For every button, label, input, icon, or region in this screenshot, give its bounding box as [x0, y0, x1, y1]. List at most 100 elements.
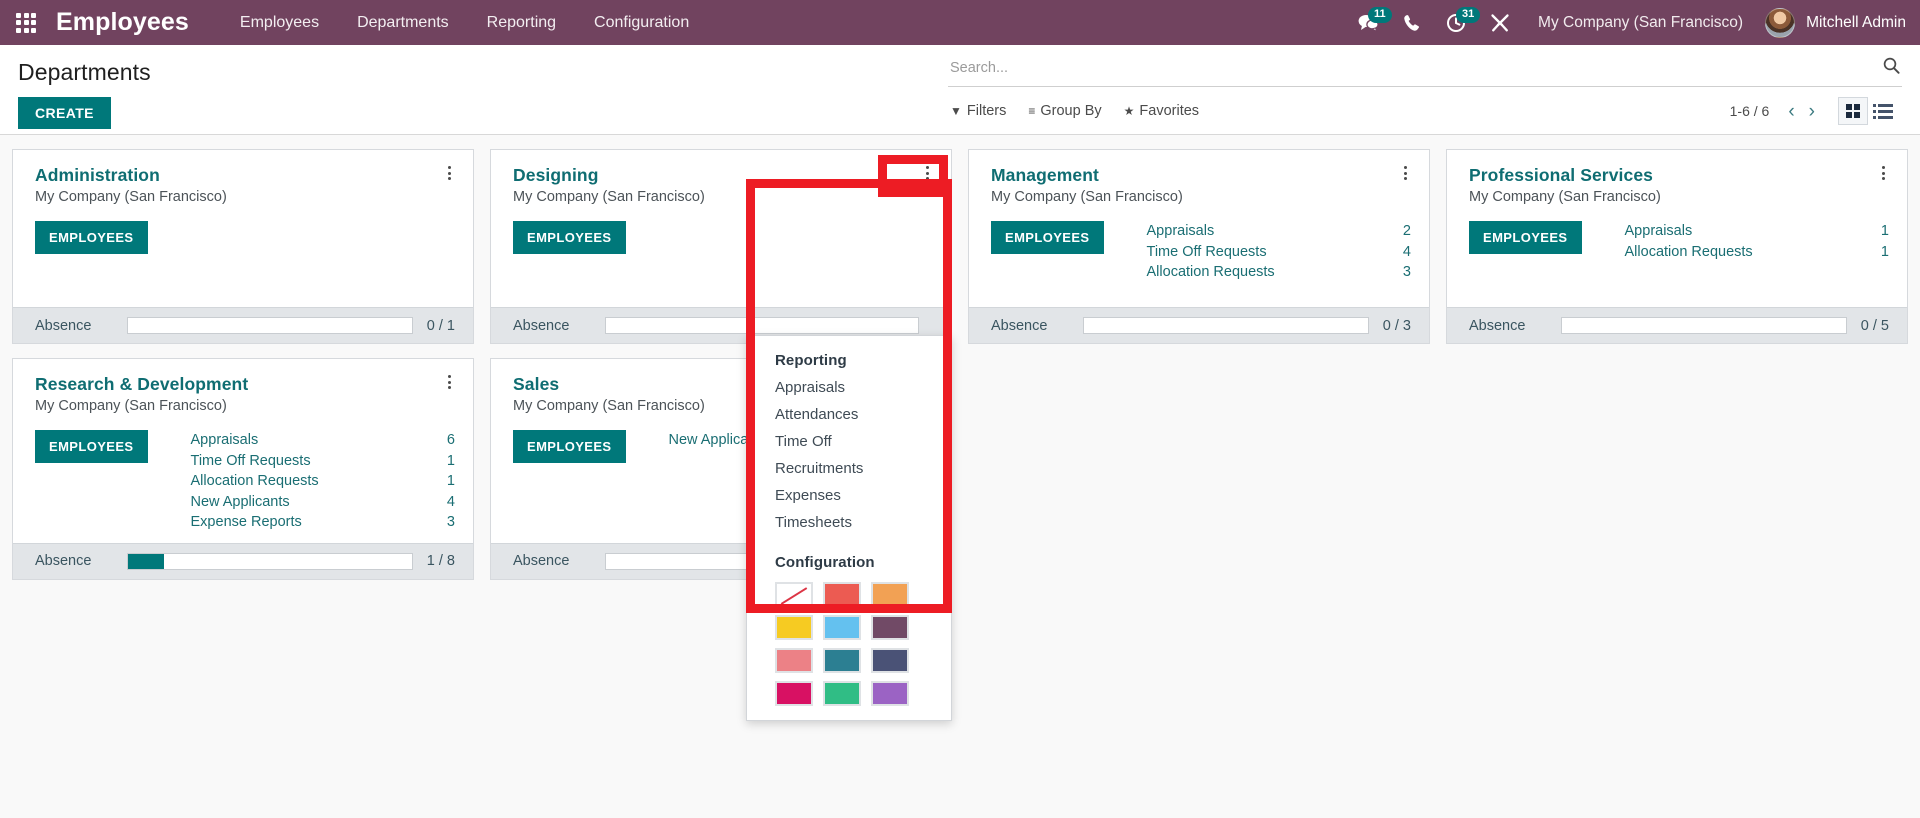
kanban-view-button[interactable] — [1838, 97, 1868, 125]
card-body: Professional Services My Company (San Fra… — [1447, 150, 1907, 307]
filters-button[interactable]: ▼ Filters — [950, 103, 1006, 119]
card-employees-button[interactable]: EMPLOYEES — [513, 430, 626, 463]
card-title[interactable]: Research & Development — [35, 373, 455, 395]
card-employees-button[interactable]: EMPLOYEES — [35, 221, 148, 254]
card-title[interactable]: Administration — [35, 164, 455, 186]
card-kebab-menu-button[interactable] — [916, 162, 938, 184]
breadcrumb[interactable]: Departments — [18, 57, 948, 87]
kanban-card[interactable]: Administration My Company (San Francisco)… — [12, 149, 474, 344]
avatar — [1765, 7, 1796, 38]
color-swatch-no-color[interactable] — [775, 582, 813, 607]
company-selector[interactable]: My Company (San Francisco) — [1522, 14, 1759, 32]
pager-previous-button[interactable]: ‹ — [1781, 102, 1801, 121]
card-stat-row[interactable]: Time Off Requests 1 — [191, 451, 455, 472]
color-swatch-red[interactable] — [823, 582, 861, 607]
nav-menu-configuration[interactable]: Configuration — [575, 0, 708, 45]
dropdown-item-recruitments[interactable]: Recruitments — [747, 455, 951, 482]
card-stat-row[interactable]: Allocation Requests 3 — [1147, 262, 1411, 283]
color-swatch-teal[interactable] — [823, 648, 861, 673]
card-stat-row[interactable]: Time Off Requests 4 — [1147, 242, 1411, 263]
color-swatch-navy[interactable] — [871, 648, 909, 673]
card-stat-row[interactable]: Appraisals 1 — [1625, 221, 1889, 242]
card-stat-value: 1 — [1880, 223, 1889, 239]
dropdown-item-attendances[interactable]: Attendances — [747, 401, 951, 428]
color-swatch-salmon[interactable] — [775, 648, 813, 673]
messages-button[interactable]: 11 — [1346, 0, 1392, 45]
search-input[interactable] — [950, 60, 1875, 76]
color-picker-grid — [747, 576, 951, 706]
card-kebab-menu-button[interactable] — [438, 162, 460, 184]
kanban-card[interactable]: Professional Services My Company (San Fra… — [1446, 149, 1908, 344]
card-title[interactable]: Management — [991, 164, 1411, 186]
card-body: Administration My Company (San Francisco)… — [13, 150, 473, 307]
kanban-card[interactable]: Designing My Company (San Francisco) EMPLO… — [490, 149, 952, 344]
kanban-card[interactable]: Research & Development My Company (San Fr… — [12, 358, 474, 580]
dropdown-item-time-off[interactable]: Time Off — [747, 428, 951, 455]
card-dropdown-menu: Reporting Appraisals Attendances Time Of… — [746, 335, 952, 721]
card-stat-row[interactable]: Appraisals 6 — [191, 430, 455, 451]
list-lines-icon: ≡ — [1028, 104, 1036, 118]
activities-button[interactable]: 31 — [1434, 0, 1481, 45]
card-content: EMPLOYEES Appraisals 2 Time Off Requests 4 Al… — [991, 221, 1411, 283]
dropdown-item-expenses[interactable]: Expenses — [747, 482, 951, 509]
debug-menu-button[interactable] — [1478, 0, 1522, 45]
absence-label: Absence — [35, 317, 92, 334]
color-swatch-purple-dark[interactable] — [871, 615, 909, 640]
dropdown-item-appraisals[interactable]: Appraisals — [747, 374, 951, 401]
phone-button[interactable] — [1390, 0, 1434, 45]
card-body: Research & Development My Company (San Fr… — [13, 359, 473, 543]
card-stat-row[interactable]: Allocation Requests 1 — [1625, 242, 1889, 263]
card-stat-row[interactable]: Appraisals 2 — [1147, 221, 1411, 242]
card-employees-button[interactable]: EMPLOYEES — [35, 430, 148, 463]
list-view-button[interactable] — [1870, 97, 1900, 125]
absence-label: Absence — [513, 553, 570, 569]
card-stat-value: 4 — [446, 493, 455, 510]
color-swatch-magenta[interactable] — [775, 681, 813, 706]
navbar-systray: 11 31 My Company (San Francisco) Mitchel… — [1346, 0, 1920, 45]
nav-menu-reporting[interactable]: Reporting — [468, 0, 575, 45]
search-icon[interactable] — [1875, 57, 1900, 79]
card-employees-button[interactable]: EMPLOYEES — [1469, 221, 1582, 254]
group-by-button[interactable]: ≡ Group By — [1028, 103, 1101, 119]
card-content: EMPLOYEES — [513, 221, 933, 254]
pager-next-button[interactable]: › — [1802, 102, 1822, 121]
favorites-button[interactable]: ★ Favorites — [1124, 103, 1199, 119]
card-stat-label: Time Off Requests — [190, 452, 311, 469]
card-title[interactable]: Professional Services — [1469, 164, 1889, 186]
apps-grid-icon[interactable] — [0, 0, 52, 45]
card-stat-row[interactable]: Expense Reports 3 — [191, 512, 455, 533]
app-brand-title[interactable]: Employees — [52, 8, 199, 37]
create-button[interactable]: CREATE — [18, 97, 111, 129]
user-menu[interactable]: Mitchell Admin — [1759, 7, 1906, 38]
absence-progress-bar — [605, 317, 919, 334]
card-stats: Appraisals 6 Time Off Requests 1 Allocation … — [191, 430, 455, 533]
color-swatch-green[interactable] — [823, 681, 861, 706]
card-employees-button[interactable]: EMPLOYEES — [513, 221, 626, 254]
card-kebab-menu-button[interactable] — [1872, 162, 1894, 184]
card-stat-row[interactable]: Allocation Requests 1 — [191, 471, 455, 492]
card-stat-label: Expense Reports — [190, 514, 302, 530]
color-swatch-violet[interactable] — [871, 681, 909, 706]
dropdown-item-timesheets[interactable]: Timesheets — [747, 509, 951, 536]
color-swatch-light-blue[interactable] — [823, 615, 861, 640]
absence-progress-bar — [127, 317, 413, 334]
card-body: Management My Company (San Francisco) EMPL… — [969, 150, 1429, 307]
color-swatch-yellow[interactable] — [775, 615, 813, 640]
card-content: EMPLOYEES Appraisals 6 Time Off Requests 1 Al… — [35, 430, 455, 533]
card-employees-button[interactable]: EMPLOYEES — [991, 221, 1104, 254]
card-content: EMPLOYEES — [35, 221, 455, 254]
card-footer: Absence 0 / 3 — [969, 307, 1429, 343]
nav-menu-departments[interactable]: Departments — [338, 0, 468, 45]
phone-icon — [1404, 14, 1420, 31]
card-stat-row[interactable]: New Applicants 4 — [191, 492, 455, 513]
card-stat-label: Appraisals — [190, 432, 259, 448]
kanban-card[interactable]: Management My Company (San Francisco) EMPL… — [968, 149, 1430, 344]
absence-label: Absence — [1469, 317, 1526, 334]
color-swatch-orange[interactable] — [871, 582, 909, 607]
card-stat-label: Time Off Requests — [1146, 243, 1267, 260]
card-stat-value: 3 — [1402, 264, 1411, 280]
card-kebab-menu-button[interactable] — [1394, 162, 1416, 184]
card-title[interactable]: Designing — [513, 164, 933, 186]
card-kebab-menu-button[interactable] — [438, 371, 460, 393]
nav-menu-employees[interactable]: Employees — [221, 0, 338, 45]
